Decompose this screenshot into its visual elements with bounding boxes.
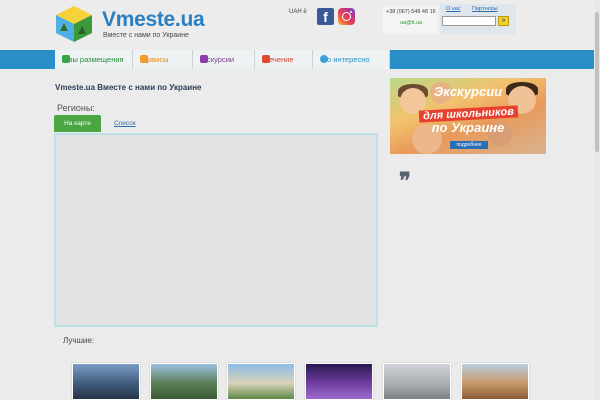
excursions-banner[interactable]: Экскурсии для школьников по Украине подр… [390, 78, 546, 154]
best-label: Лучшие: [63, 336, 95, 345]
facebook-icon[interactable]: f [317, 8, 334, 25]
regions-map[interactable] [54, 133, 378, 327]
page-heading: Vmeste.ua Вместе с нами по Украине [55, 83, 202, 92]
currency-selector[interactable]: UAH ё [289, 9, 307, 15]
email-link[interactable]: ua@ti.ua [400, 20, 422, 26]
tab-map[interactable]: На карте [54, 115, 101, 132]
regions-label: Регионы: [57, 103, 95, 113]
main-nav: зы размещения рвисы скурсии ечение о инт… [0, 50, 600, 69]
best-thumb[interactable] [305, 363, 373, 400]
search-input[interactable] [442, 16, 496, 26]
nav-item-excursions[interactable]: скурсии [193, 50, 255, 69]
search-button[interactable]: » [498, 16, 509, 26]
logo-title: Vmeste.ua [102, 8, 205, 31]
best-thumb[interactable] [150, 363, 218, 400]
quote-icon: ❞ [399, 168, 411, 194]
best-thumb[interactable] [461, 363, 529, 400]
best-thumb[interactable] [227, 363, 295, 400]
partners-link[interactable]: Партнеры [472, 6, 498, 12]
banner-line-1: Экскурсии [433, 84, 503, 99]
nav-label-lodging: зы размещения [69, 55, 124, 64]
site-logo[interactable]: Vmeste.ua Вместе с нами по Украине [54, 4, 205, 46]
nav-item-lodging[interactable]: зы размещения [55, 50, 133, 69]
site-header: Vmeste.ua Вместе с нами по Украине UAH ё… [0, 0, 600, 50]
instagram-ring [342, 12, 351, 21]
nav-items: зы размещения рвисы скурсии ечение о инт… [55, 50, 390, 69]
logo-cube-icon [56, 6, 92, 42]
instagram-dot [350, 10, 352, 13]
nav-label-interesting: о интересно [327, 55, 370, 64]
banner-line-3: по Украине [431, 120, 505, 135]
scrollbar-thumb[interactable] [595, 12, 599, 152]
nav-item-treatment[interactable]: ечение [255, 50, 313, 69]
nav-label-services: рвисы [147, 55, 169, 64]
top-links-box: О нас Партнеры » [440, 4, 516, 34]
nav-label-excursions: скурсии [207, 55, 235, 64]
about-link[interactable]: О нас [446, 6, 461, 12]
contact-box: +38 (067) 548 48 16 ua@ti.ua [383, 6, 438, 34]
logo-subtitle: Вместе с нами по Украине [103, 32, 189, 39]
nav-label-treatment: ечение [269, 55, 294, 64]
instagram-icon[interactable] [338, 8, 355, 25]
nav-item-services[interactable]: рвисы [133, 50, 193, 69]
tab-list[interactable]: Список [114, 120, 136, 127]
best-thumb[interactable] [72, 363, 140, 400]
nav-item-interesting[interactable]: о интересно [313, 50, 390, 69]
best-thumb[interactable] [383, 363, 451, 400]
page-scrollbar[interactable] [594, 0, 600, 400]
phone-number[interactable]: +38 (067) 548 48 16 [386, 9, 436, 15]
banner-more-button[interactable]: подробнее [450, 141, 488, 149]
